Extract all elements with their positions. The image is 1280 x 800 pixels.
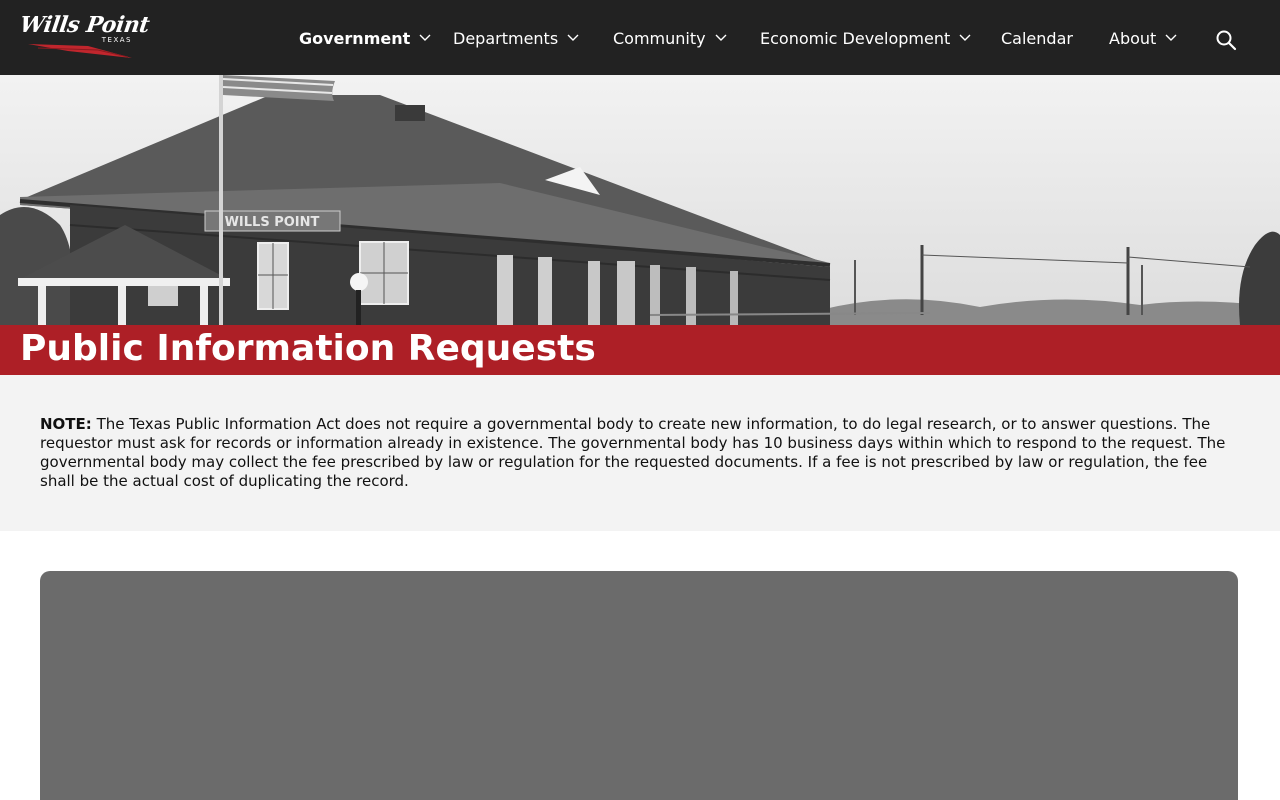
chevron-down-icon [419,34,431,41]
chevron-down-icon [715,34,727,41]
chevron-down-icon [1165,34,1177,41]
nav-label: Departments [453,28,559,48]
nav-item-government[interactable]: Government [299,27,431,49]
logo-wordmark: Wills Point [18,12,151,38]
search-icon[interactable] [1215,29,1237,51]
nav-item-about[interactable]: About [1109,27,1177,49]
nav-item-economic-development[interactable]: Economic Development [760,27,971,49]
note-section: NOTE: The Texas Public Information Act d… [0,375,1280,531]
nav-item-calendar[interactable]: Calendar [1001,27,1073,49]
embedded-content-frame[interactable] [40,571,1238,800]
note-label: NOTE: [40,415,92,433]
site-header: Wills Point TEXAS Government Departments… [0,0,1280,75]
nav-label: Economic Development [760,28,951,48]
nav-label: About [1109,28,1157,48]
nav-label: Calendar [1001,28,1073,48]
note-paragraph: NOTE: The Texas Public Information Act d… [40,415,1230,491]
depot-sign-text: WILLS POINT [225,215,320,230]
site-logo[interactable]: Wills Point TEXAS [18,12,151,62]
page-title-banner: Public Information Requests [0,325,1280,375]
depot-photo: WILLS POINT [0,75,1280,325]
hero-image: WILLS POINT [0,75,1280,325]
logo-swoosh-icon [28,44,132,58]
nav-label: Government [299,28,411,48]
nav-label: Community [613,28,706,48]
nav-item-community[interactable]: Community [613,27,727,49]
chevron-down-icon [959,34,971,41]
chevron-down-icon [567,34,579,41]
note-body: The Texas Public Information Act does no… [40,415,1226,490]
page-title: Public Information Requests [20,328,596,369]
nav-item-departments[interactable]: Departments [453,27,579,49]
